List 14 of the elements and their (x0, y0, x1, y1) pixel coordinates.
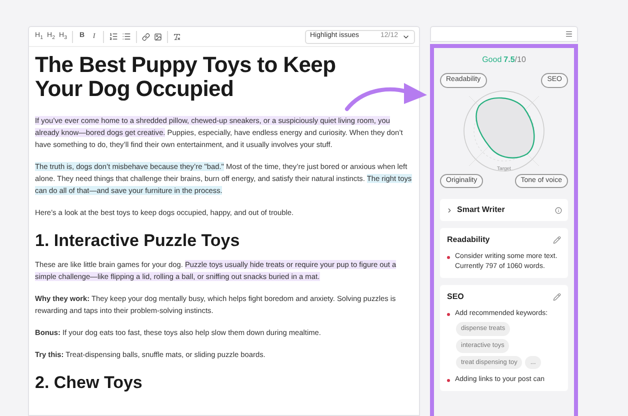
card-title: SEO (447, 291, 464, 303)
menu-icon[interactable] (565, 30, 573, 38)
smart-writer-row[interactable]: Smart Writer (440, 199, 568, 221)
card-title: Readability (447, 234, 490, 246)
pencil-icon[interactable] (553, 236, 561, 244)
curved-arrow-icon (344, 82, 428, 112)
section-heading: 2. Chew Toys (35, 373, 144, 393)
pencil-icon[interactable] (553, 293, 561, 301)
article-title: The Best Puppy Toys to Keep Your Dog Occupied (35, 53, 337, 101)
section-heading: 1. Interactive Puzzle Toys (35, 231, 241, 251)
score-max: /10 (514, 54, 526, 66)
info-icon (555, 206, 562, 214)
score-label: Good (482, 54, 502, 66)
score-value: 7.5 (504, 54, 515, 66)
